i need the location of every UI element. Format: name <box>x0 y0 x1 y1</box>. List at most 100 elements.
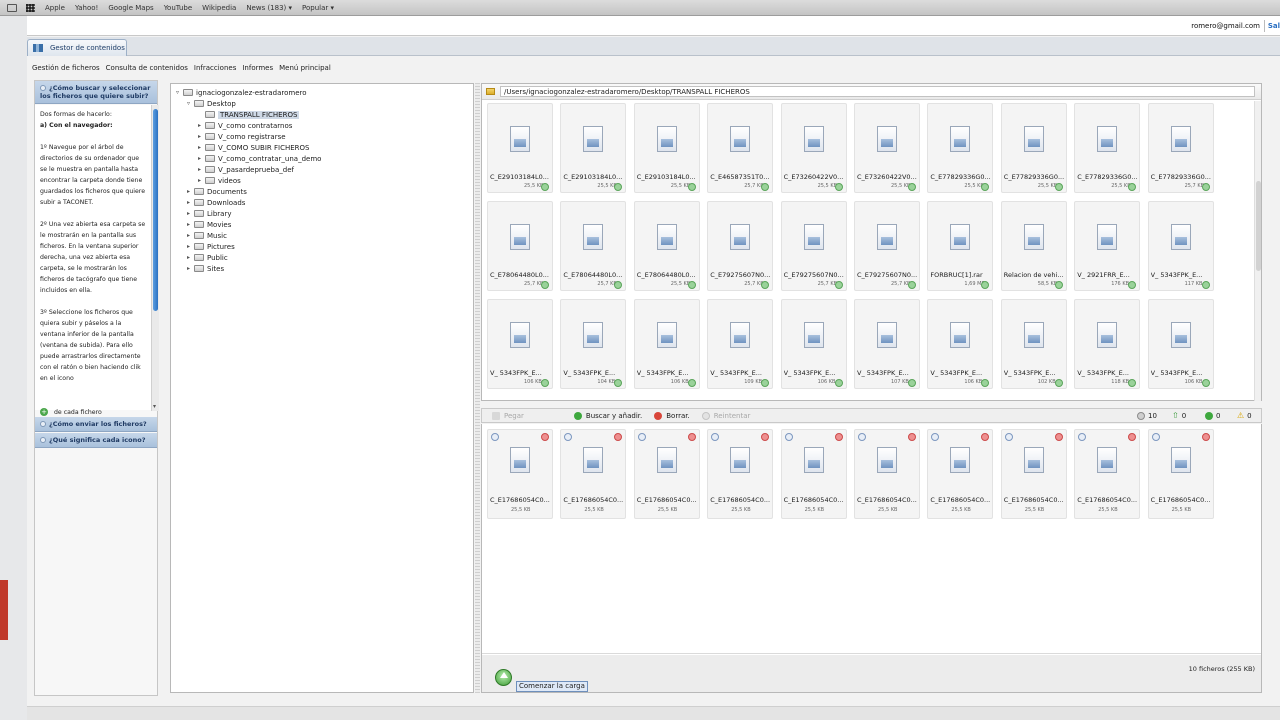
bookmark-popular[interactable]: Popular ▾ <box>302 4 334 12</box>
add-file-icon[interactable] <box>908 183 916 191</box>
tree-item-transpall[interactable]: TRANSPALL FICHEROS <box>196 109 300 120</box>
select-check-icon[interactable] <box>1004 433 1013 441</box>
expand-toggle-icon[interactable]: ▸ <box>185 254 192 261</box>
tree-item-root[interactable]: ▿ ignaciogonzalez-estradaromero <box>174 87 307 98</box>
add-file-icon[interactable] <box>834 379 843 387</box>
paste-button[interactable]: Pegar <box>492 411 524 420</box>
tree-item[interactable]: ▸ V_como_contratar_una_demo <box>196 153 321 164</box>
select-check-icon[interactable] <box>931 433 940 441</box>
expand-toggle-icon[interactable]: ▸ <box>196 133 203 140</box>
add-file-icon[interactable] <box>541 183 549 191</box>
remove-file-icon[interactable] <box>687 433 696 441</box>
add-file-icon[interactable] <box>1054 281 1063 289</box>
add-file-icon[interactable] <box>761 183 770 191</box>
remove-file-icon[interactable] <box>834 433 843 441</box>
file-card[interactable]: C_E29103184L0... 25,5 KB <box>487 103 553 193</box>
select-check-icon[interactable] <box>1078 433 1087 441</box>
remove-file-icon[interactable] <box>908 433 916 441</box>
file-card[interactable]: V_ 5343FPK_E... 106 KB <box>927 299 994 389</box>
add-file-icon[interactable] <box>761 281 770 289</box>
scroll-thumb[interactable] <box>153 109 158 311</box>
add-file-icon[interactable] <box>761 379 770 387</box>
bookmark-google-maps[interactable]: Google Maps <box>108 4 153 12</box>
upload-arrow-icon[interactable] <box>495 669 512 686</box>
file-card[interactable]: C_E79275607N0... 25,7 KB <box>854 201 920 291</box>
add-file-icon[interactable] <box>1201 281 1210 289</box>
file-card[interactable]: FORBRUC[1].rar 1,69 MB <box>927 201 994 291</box>
upload-file-card[interactable]: C_E17686054C0... 25,5 KB <box>560 429 627 519</box>
tree-item[interactable]: ▸ Sites <box>185 263 224 274</box>
file-card[interactable]: V_ 5343FPK_E... 104 KB <box>560 299 627 389</box>
add-file-icon[interactable] <box>1128 183 1137 191</box>
expand-toggle-icon[interactable]: ▸ <box>196 166 203 173</box>
expand-toggle-icon[interactable]: ▸ <box>196 144 203 151</box>
file-card[interactable]: V_ 5343FPK_E... 106 KB <box>487 299 553 389</box>
menu-gestion-ficheros[interactable]: Gestión de ficheros <box>32 64 100 72</box>
upload-file-card[interactable]: C_E17686054C0... 25,5 KB <box>854 429 920 519</box>
file-card[interactable]: C_E79275607N0... 25,7 KB <box>707 201 774 291</box>
expand-toggle-icon[interactable]: ▸ <box>185 221 192 228</box>
tree-item[interactable]: ▸ Downloads <box>185 197 245 208</box>
file-card[interactable]: C_E79275607N0... 25,7 KB <box>780 201 847 291</box>
upload-file-card[interactable]: C_E17686054C0... 25,5 KB <box>927 429 994 519</box>
bookmark-wikipedia[interactable]: Wikipedia <box>202 4 236 12</box>
file-card[interactable]: V_ 5343FPK_E... 106 KB <box>633 299 700 389</box>
bookmarks-book-icon[interactable] <box>7 3 17 12</box>
upload-file-card[interactable]: C_E17686054C0... 25,5 KB <box>780 429 847 519</box>
file-card[interactable]: V_ 2921FRR_E... 176 KB <box>1074 201 1141 291</box>
add-file-icon[interactable] <box>541 379 549 387</box>
tab-gestor-contenidos[interactable]: Gestor de contenidos <box>27 39 127 56</box>
expand-toggle-icon[interactable]: ▿ <box>185 100 192 107</box>
file-card[interactable]: C_E78064480L0... 25,7 KB <box>560 201 627 291</box>
add-file-icon[interactable] <box>614 183 623 191</box>
remove-file-icon[interactable] <box>761 433 770 441</box>
file-card[interactable]: C_E78064480L0... 25,7 KB <box>487 201 553 291</box>
add-file-icon[interactable] <box>614 379 623 387</box>
file-card[interactable]: Relacion de vehi... 58,5 KB <box>1000 201 1067 291</box>
file-card[interactable]: V_ 5343FPK_E... 109 KB <box>707 299 774 389</box>
add-file-icon[interactable] <box>834 183 843 191</box>
top-sites-grid-icon[interactable] <box>26 3 35 12</box>
file-card[interactable]: V_ 5343FPK_E... 106 KB <box>1147 299 1214 389</box>
help-scrollbar[interactable]: ▾ <box>151 105 159 411</box>
tree-item-desktop[interactable]: ▿ Desktop <box>185 98 236 109</box>
remove-file-icon[interactable] <box>1054 433 1063 441</box>
file-card[interactable]: C_E73260422V0... 25,5 KB <box>854 103 920 193</box>
select-check-icon[interactable] <box>491 433 499 441</box>
add-file-icon[interactable] <box>1201 183 1210 191</box>
add-file-icon[interactable] <box>981 379 990 387</box>
search-add-button[interactable]: Buscar y añadir. <box>573 411 642 420</box>
file-card[interactable]: C_E46587351T0... 25,7 KB <box>707 103 774 193</box>
remove-file-icon[interactable] <box>981 433 990 441</box>
file-card[interactable]: V_ 5343FPK_E... 118 KB <box>1074 299 1141 389</box>
tree-item[interactable]: ▸ Public <box>185 252 228 263</box>
expand-toggle-icon[interactable]: ▸ <box>185 210 192 217</box>
help-question-select[interactable]: ¿Cómo buscar y seleccionar los ficheros … <box>35 81 157 104</box>
file-card[interactable]: V_ 5343FPK_E... 107 KB <box>854 299 920 389</box>
bookmark-apple[interactable]: Apple <box>45 4 65 12</box>
upload-file-card[interactable]: C_E17686054C0... 25,5 KB <box>707 429 774 519</box>
add-file-icon[interactable] <box>1128 281 1137 289</box>
file-card[interactable]: C_E78064480L0... 25,5 KB <box>633 201 700 291</box>
add-file-icon[interactable] <box>834 281 843 289</box>
delete-button[interactable]: Borrar. <box>654 411 690 420</box>
expand-toggle-icon[interactable]: ▸ <box>185 188 192 195</box>
tree-item[interactable]: ▸ Library <box>185 208 232 219</box>
add-file-icon[interactable] <box>1128 379 1137 387</box>
add-file-icon[interactable] <box>614 281 623 289</box>
file-card[interactable]: C_E77829336G0... 25,5 KB <box>1000 103 1067 193</box>
add-file-icon[interactable] <box>1054 183 1063 191</box>
upload-file-card[interactable]: C_E17686054C0... 25,5 KB <box>487 429 553 519</box>
add-file-icon[interactable] <box>908 281 916 289</box>
file-card[interactable]: C_E77829336G0... 25,5 KB <box>1074 103 1141 193</box>
tree-item[interactable]: ▸ V_pasardeprueba_def <box>196 164 294 175</box>
help-question-icons[interactable]: ¿Qué significa cada icono? <box>35 433 157 448</box>
add-file-icon[interactable] <box>1054 379 1063 387</box>
file-card[interactable]: C_E77829336G0... 25,5 KB <box>927 103 994 193</box>
expand-toggle-icon[interactable]: ▿ <box>174 89 181 96</box>
file-card[interactable]: V_ 5343FPK_E... 117 KB <box>1147 201 1214 291</box>
expand-toggle-icon[interactable]: ▸ <box>196 177 203 184</box>
add-file-icon[interactable] <box>1201 379 1210 387</box>
expand-toggle-icon[interactable]: ▸ <box>185 265 192 272</box>
expand-toggle-icon[interactable]: ▸ <box>196 122 203 129</box>
